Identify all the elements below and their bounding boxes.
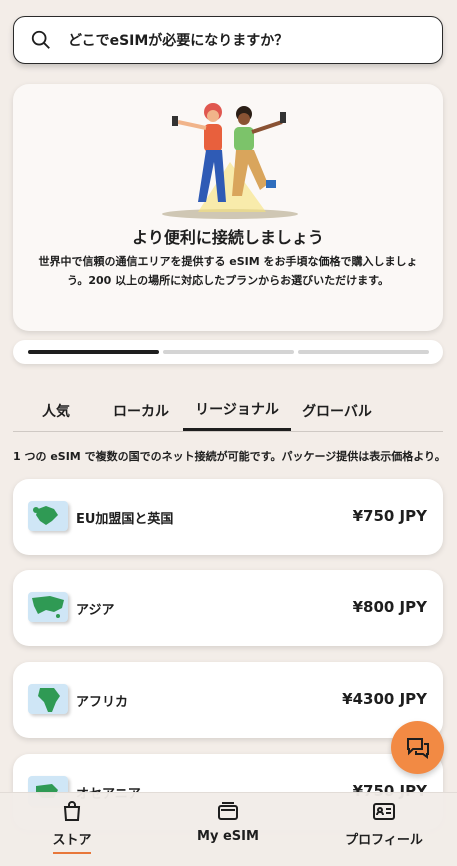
europe-map-icon bbox=[28, 501, 68, 531]
region-price: ¥800 JPY bbox=[352, 598, 427, 616]
region-price: ¥4300 JPY bbox=[342, 690, 427, 708]
chat-button[interactable] bbox=[391, 721, 444, 774]
promo-description: 世界中で信頼の通信エリアを提供する eSIM をお手頃な価格で購入しましょう。2… bbox=[38, 255, 418, 287]
africa-map-icon bbox=[28, 684, 68, 714]
nav-my-esim-label: My eSIM bbox=[197, 829, 259, 844]
id-card-icon bbox=[373, 803, 395, 820]
region-card-eu-uk[interactable]: EU加盟国と英国 ¥750 JPY bbox=[13, 479, 443, 555]
tab-local[interactable]: ローカル bbox=[99, 390, 183, 431]
carousel-dot-3[interactable] bbox=[298, 350, 429, 354]
asia-map-icon bbox=[28, 592, 68, 622]
tab-global[interactable]: グローバル bbox=[291, 390, 383, 431]
nav-my-esim[interactable]: My eSIM bbox=[188, 793, 268, 866]
carousel-indicator[interactable] bbox=[13, 340, 443, 364]
region-card-asia[interactable]: アジア ¥800 JPY bbox=[13, 570, 443, 646]
shopping-bag-icon bbox=[63, 801, 81, 821]
nav-store[interactable]: ストア bbox=[40, 793, 104, 866]
nav-active-indicator bbox=[53, 852, 91, 854]
region-tabs: 人気 ローカル リージョナル グローバル bbox=[13, 390, 443, 432]
carousel-dot-2[interactable] bbox=[163, 350, 294, 354]
search-icon bbox=[31, 30, 50, 49]
regional-note: 1 つの eSIM で複数の国でのネット接続が可能です。パッケージ提供は表示価格… bbox=[13, 450, 446, 463]
search-placeholder: どこでeSIMが必要になりますか？ bbox=[68, 33, 289, 49]
carousel-dot-1[interactable] bbox=[28, 350, 159, 354]
region-price: ¥750 JPY bbox=[352, 507, 427, 525]
bottom-navigation: ストア My eSIM プロフィール bbox=[0, 792, 457, 866]
nav-store-label: ストア bbox=[52, 833, 92, 848]
travelers-illustration bbox=[162, 103, 298, 219]
promo-title: より便利に接続しましょう bbox=[132, 228, 324, 247]
nav-profile[interactable]: プロフィール bbox=[338, 793, 430, 866]
chat-bubble-icon bbox=[406, 737, 429, 759]
region-name: アジア bbox=[76, 603, 115, 618]
nav-profile-label: プロフィール bbox=[345, 833, 423, 848]
region-name: EU加盟国と英国 bbox=[76, 512, 174, 527]
tab-regional[interactable]: リージョナル bbox=[183, 390, 291, 431]
tab-popular[interactable]: 人気 bbox=[13, 390, 99, 431]
search-bar[interactable]: どこでeSIMが必要になりますか？ bbox=[13, 16, 443, 64]
region-card-africa[interactable]: アフリカ ¥4300 JPY bbox=[13, 662, 443, 738]
region-name: アフリカ bbox=[76, 695, 129, 710]
sim-card-icon bbox=[218, 802, 238, 820]
promo-card[interactable]: より便利に接続しましょう 世界中で信頼の通信エリアを提供する eSIM をお手頃… bbox=[13, 84, 443, 331]
